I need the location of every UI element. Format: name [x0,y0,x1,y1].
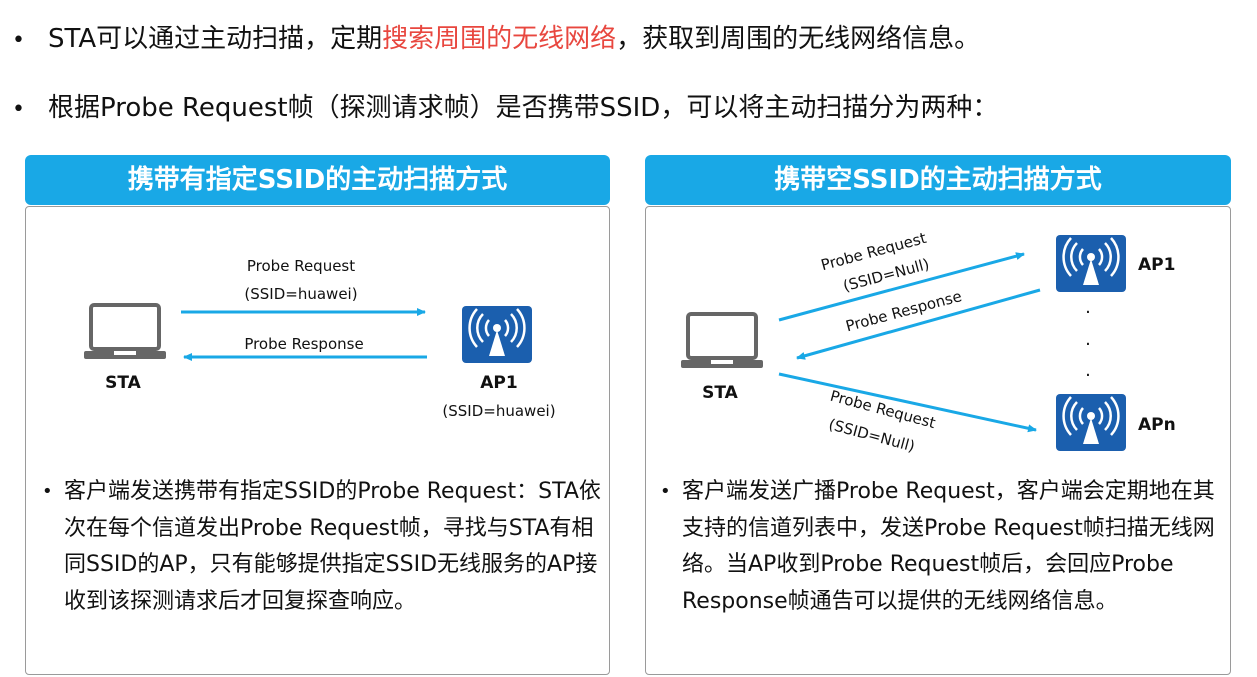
sta-laptop-icon [679,312,765,370]
left-ap-ssid: (SSID=huawei) [442,402,555,420]
ellipsis-dot: · [1085,334,1091,355]
right-sta-label: STA [702,383,739,403]
right-description-item: 客户端发送广播Probe Request，客户端会定期地在其支持的信道列表中，发… [660,474,1222,620]
left-request-label: Probe Request [247,257,355,275]
left-response-label: Probe Response [244,335,363,353]
right-ap1-label: AP1 [1138,255,1175,275]
ap1-icon [460,304,534,365]
ap1-icon [1054,233,1128,294]
sta-laptop-icon [82,303,168,361]
left-description-text: 客户端发送携带有指定SSID的Probe Request：STA依次在每个信道发… [64,479,601,614]
right-apn-label: APn [1138,415,1176,435]
apn-icon [1054,392,1128,453]
ellipsis-dot: · [1085,302,1091,323]
left-description-item: 客户端发送携带有指定SSID的Probe Request：STA依次在每个信道发… [42,474,602,620]
right-description: 客户端发送广播Probe Request，客户端会定期地在其支持的信道列表中，发… [660,474,1222,620]
left-description: 客户端发送携带有指定SSID的Probe Request：STA依次在每个信道发… [42,474,602,620]
left-sta-label: STA [105,373,142,393]
left-request-ssid: (SSID=huawei) [244,285,357,303]
left-ap-label: AP1 [480,373,517,393]
right-description-text: 客户端发送广播Probe Request，客户端会定期地在其支持的信道列表中，发… [682,479,1215,614]
ellipsis-dot: · [1085,365,1091,386]
